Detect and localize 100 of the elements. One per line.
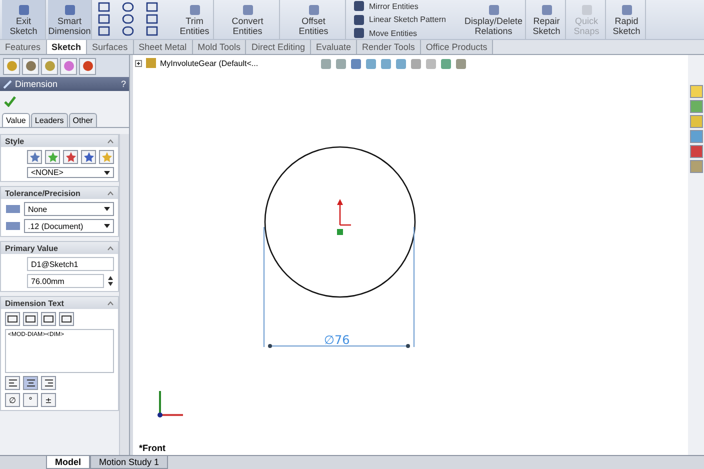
- sketch-tool-icon: [580, 3, 594, 18]
- ribbon-button[interactable]: Repair Sketch: [528, 0, 566, 39]
- sketch-tool-icon: [352, 26, 366, 40]
- manager-tab-icon[interactable]: [41, 58, 58, 74]
- sketch-tool-icon[interactable]: [146, 14, 158, 24]
- sketch-tool-icon[interactable]: [122, 26, 134, 36]
- align-icon: [24, 377, 36, 389]
- section-title: Dimension Text: [5, 298, 64, 308]
- caret-icon: [104, 224, 110, 228]
- ribbon-button[interactable]: Linear Sketch Pattern: [352, 14, 456, 26]
- ribbon-tab[interactable]: Evaluate: [311, 40, 358, 54]
- ribbon-tab[interactable]: Sketch: [46, 40, 88, 54]
- style-button[interactable]: [63, 150, 78, 164]
- sketch-tool-icon[interactable]: [122, 14, 134, 24]
- ribbon-button[interactable]: Trim Entities: [176, 0, 214, 39]
- tolerance-icon: [5, 203, 21, 215]
- task-pane-icon[interactable]: [690, 115, 702, 128]
- sketch-tool-icon[interactable]: [146, 2, 158, 12]
- text-option-button[interactable]: [41, 312, 56, 326]
- style-button[interactable]: [45, 150, 60, 164]
- ribbon-button[interactable]: Offset Entities: [282, 0, 346, 39]
- task-pane-icon[interactable]: [690, 145, 702, 158]
- ribbon-button[interactable]: Display/Delete Relations: [462, 0, 526, 39]
- view-label: *Front: [139, 443, 166, 453]
- help-button[interactable]: ?: [120, 79, 126, 89]
- panel-tab[interactable]: Value: [2, 113, 30, 127]
- origin-icon: [337, 199, 352, 235]
- tree-item[interactable]: MyInvoluteGear (Default<...: [160, 58, 258, 68]
- sketch-tool-icon[interactable]: [98, 14, 110, 24]
- sketch-tool-icon[interactable]: [122, 2, 134, 12]
- align-button[interactable]: [23, 376, 38, 390]
- value-field[interactable]: 76.00mm: [27, 274, 104, 288]
- align-icon: [42, 377, 54, 389]
- style-button[interactable]: [81, 150, 96, 164]
- collapse-icon[interactable]: [107, 300, 114, 306]
- collapse-icon[interactable]: [107, 138, 114, 144]
- manager-tab-icon[interactable]: [79, 58, 96, 74]
- style-button[interactable]: [27, 150, 42, 164]
- sketch-tool-icon: [306, 3, 320, 18]
- ribbon-tab[interactable]: Office Products: [420, 40, 494, 54]
- symbol-button[interactable]: ±: [41, 393, 56, 407]
- section-title: Style: [5, 136, 24, 146]
- manager-tab-icon[interactable]: [60, 58, 77, 74]
- sketch-tool-icon[interactable]: [98, 26, 110, 36]
- precision-dropdown[interactable]: .12 (Document): [24, 219, 114, 233]
- ribbon-button[interactable]: Exit Sketch: [2, 0, 46, 39]
- ribbon-tab[interactable]: Direct Editing: [246, 40, 311, 54]
- sketch-tool-icon[interactable]: [98, 2, 110, 12]
- ribbon-tab[interactable]: Mold Tools: [192, 40, 246, 54]
- expand-icon[interactable]: [135, 60, 142, 66]
- task-pane-icon[interactable]: [690, 100, 702, 113]
- precision-icon: [5, 220, 21, 232]
- text-option-button[interactable]: [5, 312, 20, 326]
- align-button[interactable]: [5, 376, 20, 390]
- manager-tab-icon[interactable]: [22, 58, 39, 74]
- task-pane-icon[interactable]: [690, 130, 702, 143]
- sketch-tool-icon: [540, 3, 554, 18]
- style-button[interactable]: [99, 150, 114, 164]
- sketch-tool-icon[interactable]: [146, 26, 158, 36]
- spinner-icon[interactable]: [107, 275, 114, 287]
- ribbon-button[interactable]: Rapid Sketch: [608, 0, 646, 39]
- panel-tab[interactable]: Leaders: [30, 113, 68, 127]
- model-tab[interactable]: Model: [46, 456, 90, 469]
- symbol-button[interactable]: °: [23, 393, 38, 407]
- assembly-icon: [145, 57, 157, 69]
- ribbon-tab[interactable]: Render Tools: [357, 40, 421, 54]
- ribbon-tab[interactable]: Features: [0, 40, 47, 54]
- ribbon-button[interactable]: Mirror Entities: [352, 0, 456, 12]
- text-option-button[interactable]: [59, 312, 74, 326]
- sketch-tool-icon: [240, 3, 254, 18]
- align-icon: [6, 377, 18, 389]
- section-title: Tolerance/Precision: [5, 188, 80, 198]
- ribbon-button[interactable]: Convert Entities: [216, 0, 280, 39]
- sketch-tool-icon: [620, 3, 634, 18]
- text-option-button[interactable]: [23, 312, 38, 326]
- sketch-tool-icon: [188, 3, 202, 18]
- panel-tab[interactable]: Other: [68, 113, 97, 127]
- task-pane-icon[interactable]: [690, 160, 702, 173]
- ribbon-tab[interactable]: Sheet Metal: [134, 40, 193, 54]
- sketch-tool-icon: [352, 0, 366, 13]
- panel-title: Dimension: [15, 79, 59, 89]
- collapse-icon[interactable]: [107, 190, 114, 196]
- sketch-tool-icon: [486, 3, 500, 18]
- scrollbar[interactable]: [119, 134, 129, 455]
- tolerance-dropdown[interactable]: None: [24, 202, 114, 216]
- symbol-button[interactable]: ∅: [5, 393, 20, 407]
- section-title: Primary Value: [5, 244, 58, 252]
- ribbon-tab[interactable]: Surfaces: [87, 40, 134, 54]
- dimension-icon: [3, 80, 12, 88]
- sketch-tool-icon: [352, 12, 366, 26]
- manager-tab-icon[interactable]: [3, 58, 20, 74]
- model-tab[interactable]: Motion Study 1: [90, 456, 168, 469]
- name-field[interactable]: D1@Sketch1: [27, 257, 114, 271]
- collapse-icon[interactable]: [107, 245, 114, 251]
- ribbon-button[interactable]: Smart Dimension: [48, 0, 92, 39]
- caret-icon: [104, 170, 110, 174]
- align-button[interactable]: [41, 376, 56, 390]
- ribbon-button[interactable]: Move Entities: [352, 27, 456, 39]
- task-pane-icon[interactable]: [690, 85, 702, 98]
- style-dropdown[interactable]: <NONE>: [27, 167, 114, 178]
